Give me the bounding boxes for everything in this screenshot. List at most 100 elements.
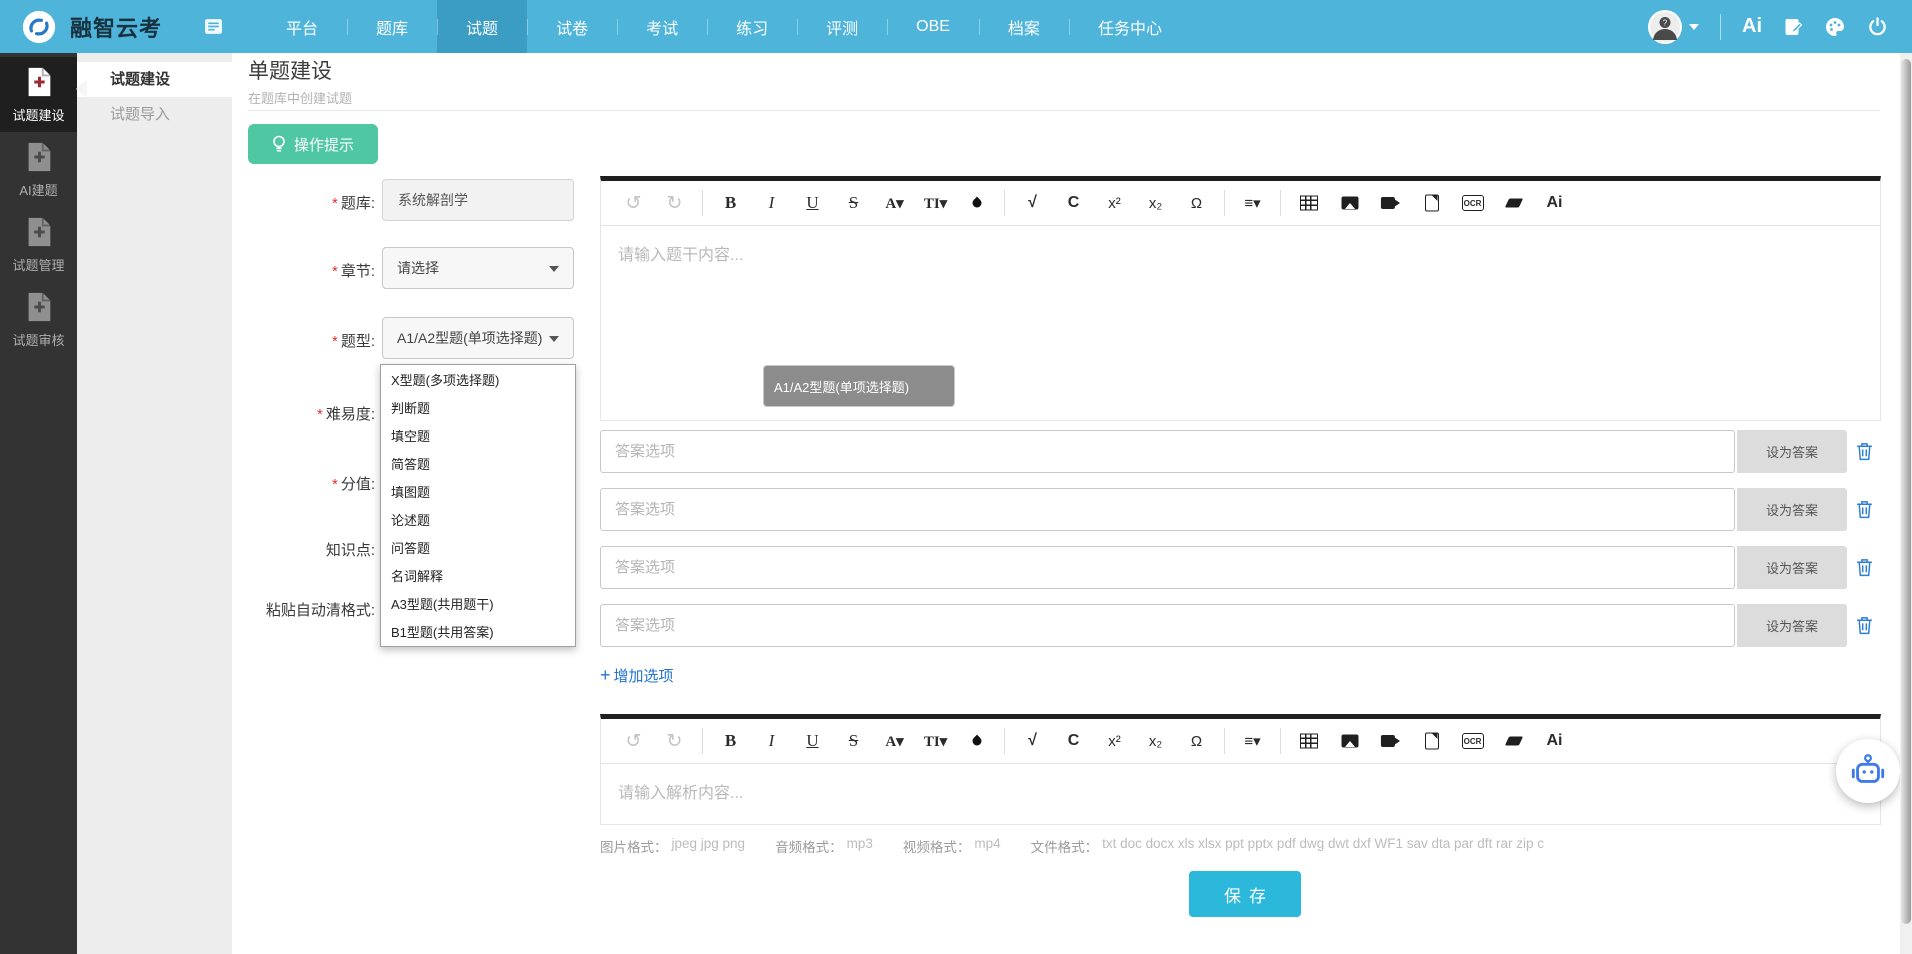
chapter-select[interactable]: 请选择 [382, 247, 574, 289]
theme-palette-icon[interactable] [1824, 16, 1846, 38]
feedback-icon[interactable] [1783, 17, 1803, 37]
question-type-option[interactable]: 判断题 [381, 393, 575, 421]
video-icon[interactable] [1370, 726, 1411, 756]
ocr-icon[interactable]: OCR [1452, 188, 1493, 218]
highlight-color-icon[interactable] [956, 188, 997, 218]
question-type-option[interactable]: A3型题(共用题干) [381, 590, 575, 618]
brand[interactable]: 融智云考 [20, 8, 162, 46]
set-answer-button[interactable]: 设为答案 [1737, 430, 1847, 473]
answer-option-input[interactable] [600, 430, 1735, 473]
question-bank-input[interactable] [382, 179, 574, 221]
highlight-color-icon[interactable] [956, 726, 997, 756]
question-type-option[interactable]: A1/A2型题(单项选择题) [763, 365, 955, 407]
strikethrough-icon[interactable]: S [833, 188, 874, 218]
subscript-icon[interactable]: x₂ [1135, 726, 1176, 756]
superscript-icon[interactable]: x² [1094, 726, 1135, 756]
question-type-option[interactable]: 名词解释 [381, 562, 575, 590]
sidebar-item-ai-build[interactable]: AI建题 [0, 132, 77, 207]
question-type-option[interactable]: B1型题(共用答案) [381, 618, 575, 646]
menu-toggle-icon[interactable] [204, 17, 223, 36]
answer-option-input[interactable] [600, 546, 1735, 589]
nav-item-papers[interactable]: 试卷 [527, 0, 617, 53]
nav-item-questions[interactable]: 试题 [437, 0, 527, 53]
clear-format-icon[interactable] [1493, 726, 1534, 756]
redo-icon[interactable]: ↻ [654, 726, 695, 756]
nav-item-question-bank[interactable]: 题库 [347, 0, 437, 53]
analysis-editor-body[interactable]: 请输入解析内容... [601, 764, 1880, 818]
align-icon[interactable]: ≡▾ [1232, 188, 1273, 218]
clear-format-icon[interactable] [1493, 188, 1534, 218]
underline-icon[interactable]: U [792, 188, 833, 218]
scrollbar-thumb[interactable] [1901, 59, 1911, 924]
formula-icon[interactable]: √ [1012, 726, 1053, 756]
undo-icon[interactable]: ↺ [613, 726, 654, 756]
nav-item-evaluation[interactable]: 评测 [797, 0, 887, 53]
question-type-select[interactable]: A1/A2型题(单项选择题) [382, 317, 574, 359]
set-answer-button[interactable]: 设为答案 [1737, 546, 1847, 589]
undo-icon[interactable]: ↺ [613, 188, 654, 218]
set-answer-button[interactable]: 设为答案 [1737, 488, 1847, 531]
question-type-option[interactable]: 填空题 [381, 421, 575, 449]
nav-item-obe[interactable]: OBE [887, 0, 979, 53]
superscript-icon[interactable]: x² [1094, 188, 1135, 218]
question-type-option[interactable]: 简答题 [381, 449, 575, 477]
logout-power-icon[interactable] [1867, 16, 1888, 37]
special-character-icon[interactable]: Ω [1176, 726, 1217, 756]
add-option-link[interactable]: + 增加选项 [600, 665, 674, 686]
stem-editor-body[interactable]: 请输入题干内容... [601, 226, 1880, 280]
special-character-icon[interactable]: Ω [1176, 188, 1217, 218]
answer-option-input[interactable] [600, 488, 1735, 531]
bold-icon[interactable]: B [710, 188, 751, 218]
chemistry-icon[interactable]: C [1053, 726, 1094, 756]
ai-format-icon[interactable]: Ai [1534, 726, 1575, 756]
bold-icon[interactable]: B [710, 726, 751, 756]
nav-item-platform[interactable]: 平台 [257, 0, 347, 53]
underline-icon[interactable]: U [792, 726, 833, 756]
sidebar-item-question-review[interactable]: 试题审核 [0, 282, 77, 357]
ai-robot-button[interactable] [1836, 739, 1900, 803]
delete-option-button[interactable] [1847, 604, 1881, 647]
ai-assistant-button[interactable]: Ai [1742, 15, 1762, 38]
submenu-item-question-import[interactable]: 试题导入 [77, 97, 232, 132]
font-size-icon[interactable]: TI▾ [915, 188, 956, 218]
chemistry-icon[interactable]: C [1053, 188, 1094, 218]
user-menu[interactable]: ? [1647, 9, 1699, 45]
font-color-icon[interactable]: A▾ [874, 188, 915, 218]
answer-option-input[interactable] [600, 604, 1735, 647]
question-type-option[interactable]: 论述题 [381, 505, 575, 533]
question-type-option[interactable]: 问答题 [381, 534, 575, 562]
scrollbar[interactable] [1900, 53, 1912, 954]
image-icon[interactable] [1329, 726, 1370, 756]
font-size-icon[interactable]: TI▾ [915, 726, 956, 756]
image-icon[interactable] [1329, 188, 1370, 218]
subscript-icon[interactable]: x₂ [1135, 188, 1176, 218]
save-button[interactable]: 保存 [1189, 871, 1301, 917]
delete-option-button[interactable] [1847, 546, 1881, 589]
ocr-icon[interactable]: OCR [1452, 726, 1493, 756]
sidebar-item-question-manage[interactable]: 试题管理 [0, 207, 77, 282]
set-answer-button[interactable]: 设为答案 [1737, 604, 1847, 647]
question-type-option[interactable]: 填图题 [381, 477, 575, 505]
operation-tip-button[interactable]: 操作提示 [248, 124, 378, 164]
italic-icon[interactable]: I [751, 726, 792, 756]
nav-item-task-center[interactable]: 任务中心 [1069, 0, 1191, 53]
table-icon[interactable] [1288, 188, 1329, 218]
redo-icon[interactable]: ↻ [654, 188, 695, 218]
align-icon[interactable]: ≡▾ [1232, 726, 1273, 756]
attachment-icon[interactable] [1411, 726, 1452, 756]
video-icon[interactable] [1370, 188, 1411, 218]
attachment-icon[interactable] [1411, 188, 1452, 218]
font-color-icon[interactable]: A▾ [874, 726, 915, 756]
ai-format-icon[interactable]: Ai [1534, 188, 1575, 218]
submenu-item-question-build[interactable]: 试题建设 [77, 62, 232, 97]
delete-option-button[interactable] [1847, 488, 1881, 531]
nav-item-practice[interactable]: 练习 [707, 0, 797, 53]
italic-icon[interactable]: I [751, 188, 792, 218]
table-icon[interactable] [1288, 726, 1329, 756]
strikethrough-icon[interactable]: S [833, 726, 874, 756]
formula-icon[interactable]: √ [1012, 188, 1053, 218]
nav-item-archives[interactable]: 档案 [979, 0, 1069, 53]
question-type-option[interactable]: X型题(多项选择题) [381, 365, 575, 393]
delete-option-button[interactable] [1847, 430, 1881, 473]
sidebar-item-question-build[interactable]: 试题建设 [0, 57, 77, 132]
